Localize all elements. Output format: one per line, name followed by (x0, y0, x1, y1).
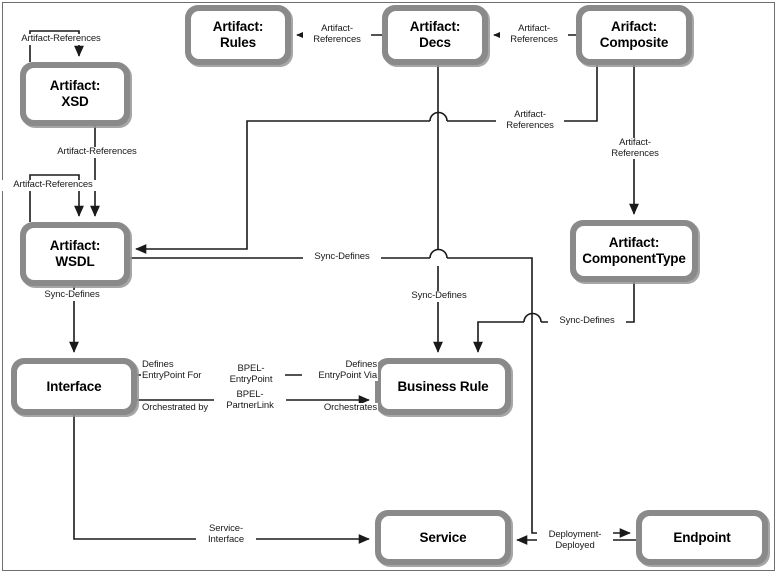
edge-label-decs-to-rules: Artifact- References (303, 23, 371, 46)
node-label-line2: Rules (219, 35, 256, 50)
node-label-line2: Decs (419, 35, 451, 50)
edge-interface-to-service-service-interface (73, 415, 370, 544)
edge-label-wsdl-to-endpoint: Sync-Defines (303, 251, 381, 263)
diagram-canvas: Artifact: XSD Artifact: Rules Artifact: Dec… (0, 0, 778, 574)
edge-label-componenttype-to-businessrule: Sync-Defines (548, 315, 626, 327)
edge-label-composite-to-componenttype: Artifact- References (601, 137, 669, 160)
edge-label-wsdl-to-interface: Sync-Defines (33, 289, 111, 301)
edge-label-bpel-partnerlink: BPEL- PartnerLink (214, 389, 286, 412)
edge-label-defines-entrypoint-via: Defines EntryPoint Via (302, 359, 378, 382)
node-interface[interactable]: Interface (11, 358, 137, 415)
node-interface-label: Interface (17, 364, 131, 409)
node-artifact-rules[interactable]: Artifact: Rules (185, 5, 291, 65)
node-service-label: Service (381, 516, 505, 559)
edge-label-wsdl-self: Artifact-References (0, 179, 106, 191)
edge-label-orchestrated-by: Orchestrated by (141, 402, 217, 414)
node-business-rule[interactable]: Business Rule (375, 358, 511, 415)
node-artifact-xsd-label: Artifact: XSD (26, 68, 124, 120)
node-artifact-decs[interactable]: Artifact: Decs (382, 5, 488, 65)
node-arifact-composite[interactable]: Arifact: Composite (576, 5, 692, 65)
node-label-line2: Composite (599, 35, 669, 50)
node-label-line1: Artifact: (212, 19, 264, 35)
edge-label-decs-to-businessrule: Sync-Defines (400, 290, 478, 302)
node-label-line2: ComponentType (582, 251, 686, 266)
node-label-line1: Artifact: (409, 19, 461, 35)
node-endpoint-label: Endpoint (642, 516, 762, 559)
edge-label-deployment-deployed: Deployment- Deployed (537, 529, 613, 552)
node-endpoint[interactable]: Endpoint (636, 510, 768, 565)
node-arifact-composite-label: Arifact: Composite (582, 11, 686, 59)
node-artifact-decs-label: Artifact: Decs (388, 11, 482, 59)
node-artifact-wsdl[interactable]: Artifact: WSDL (20, 222, 130, 286)
node-label-line1: Artifact: (49, 238, 101, 254)
edge-label-defines-entrypoint-for: Defines EntryPoint For (141, 359, 219, 382)
edge-label-xsd-to-wsdl: Artifact-References (44, 146, 150, 158)
node-label-line1: Artifact: (608, 235, 660, 251)
node-artifact-rules-label: Artifact: Rules (191, 11, 285, 59)
edge-hop-arc-decs-wsdl-line (429, 248, 448, 259)
edge-composite-to-wsdl-artifact-references (136, 65, 598, 249)
node-label-line2: WSDL (55, 254, 95, 269)
node-artifact-componenttype-label: Artifact: ComponentType (576, 226, 692, 276)
node-artifact-componenttype[interactable]: Artifact: ComponentType (570, 220, 698, 282)
node-label-line1: Arifact: (610, 19, 658, 35)
edge-label-bpel-entrypoint: BPEL- EntryPoint (217, 363, 285, 386)
edge-label-composite-to-decs: Artifact- References (500, 23, 568, 46)
edge-label-xsd-self: Artifact-References (8, 33, 114, 45)
node-service[interactable]: Service (375, 510, 511, 565)
edge-label-composite-to-wsdl: Artifact- References (496, 109, 564, 132)
edge-label-orchestrates: Orchestrates (316, 402, 378, 414)
edge-label-service-interface: Service- Interface (196, 523, 256, 546)
node-artifact-wsdl-label: Artifact: WSDL (26, 228, 124, 280)
node-artifact-xsd[interactable]: Artifact: XSD (20, 62, 130, 126)
node-label-line2: XSD (61, 94, 89, 109)
node-label-line1: Artifact: (49, 78, 101, 94)
node-business-rule-label: Business Rule (381, 364, 505, 409)
